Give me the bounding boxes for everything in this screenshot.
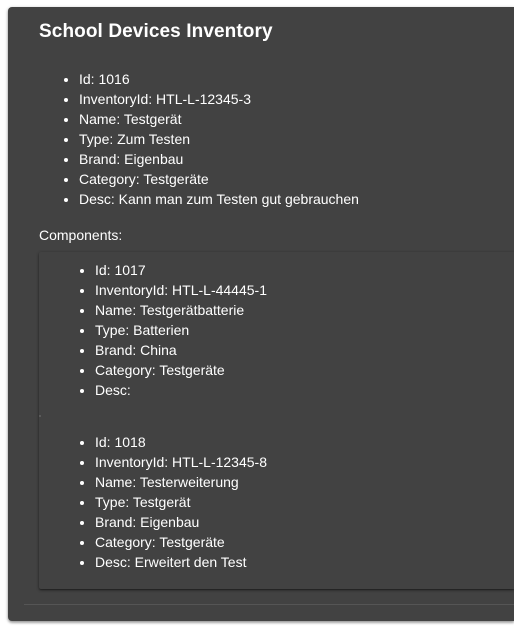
component-brand: Brand: China <box>95 340 267 360</box>
device-type: Type: Zum Testen <box>79 129 359 149</box>
component-type: Type: Testgerät <box>95 492 267 512</box>
device-category: Category: Testgeräte <box>79 169 359 189</box>
device-inventory-id: InventoryId: HTL-L-12345-3 <box>79 89 359 109</box>
component-divider <box>39 415 41 417</box>
component-details-list: Id: 1017 InventoryId: HTL-L-44445-1 Name… <box>54 260 267 400</box>
component-name: Name: Testgerätbatterie <box>95 300 267 320</box>
device-id: Id: 1016 <box>79 69 359 89</box>
page-title: School Devices Inventory <box>39 21 273 42</box>
components-panel: Id: 1017 InventoryId: HTL-L-44445-1 Name… <box>39 252 514 589</box>
component-inventory-id: InventoryId: HTL-L-44445-1 <box>95 280 267 300</box>
inventory-card: School Devices Inventory Id: 1016 Invent… <box>8 7 514 621</box>
component-id: Id: 1018 <box>95 432 267 452</box>
component-name: Name: Testerweiterung <box>95 472 267 492</box>
device-brand: Brand: Eigenbau <box>79 149 359 169</box>
components-heading: Components: <box>39 227 123 243</box>
component-details-list: Id: 1018 InventoryId: HTL-L-12345-8 Name… <box>54 432 267 572</box>
component-description: Desc: Erweitert den Test <box>95 552 267 572</box>
device-details-list: Id: 1016 InventoryId: HTL-L-12345-3 Name… <box>39 69 359 209</box>
card-footer-divider <box>24 604 514 605</box>
component-brand: Brand: Eigenbau <box>95 512 267 532</box>
component-category: Category: Testgeräte <box>95 360 267 380</box>
component-type: Type: Batterien <box>95 320 267 340</box>
component-category: Category: Testgeräte <box>95 532 267 552</box>
device-description: Desc: Kann man zum Testen gut gebrauchen <box>79 189 359 209</box>
component-description: Desc: <box>95 380 267 400</box>
component-id: Id: 1017 <box>95 260 267 280</box>
device-name: Name: Testgerät <box>79 109 359 129</box>
component-inventory-id: InventoryId: HTL-L-12345-8 <box>95 452 267 472</box>
